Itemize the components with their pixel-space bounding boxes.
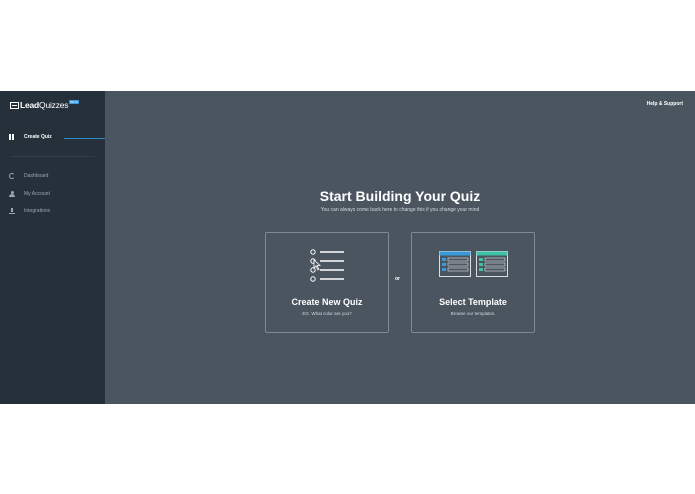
pause-bars-icon: [9, 134, 14, 140]
sidebar-item-create-quiz[interactable]: Create Quiz: [9, 134, 105, 140]
dashboard-icon: [9, 173, 15, 179]
beta-badge: BETA: [69, 100, 79, 104]
sidebar-item-label: My Account: [24, 191, 50, 197]
logo-lead-text: Lead: [20, 100, 40, 110]
page-title-regular: Start Building: [319, 188, 416, 204]
sidebar-item-label: Create Quiz: [24, 134, 52, 140]
sidebar-item-label: Dashboard: [24, 173, 49, 179]
active-indicator: [64, 138, 105, 139]
page-title: Start Building Your Quiz: [105, 188, 695, 204]
sidebar: Lead Quizzes BETA Create Quiz Dashboard …: [0, 91, 105, 404]
or-separator: or: [395, 276, 400, 282]
checklist-icon: [310, 249, 344, 282]
help-support-link[interactable]: Help & Support: [647, 101, 683, 107]
sidebar-item-label: Integrations: [24, 208, 51, 214]
card-description: EG. What color are you?: [302, 311, 352, 316]
user-icon: [9, 191, 15, 197]
page-title-bold: Your Quiz: [415, 188, 481, 204]
card-title: Select Template: [439, 297, 507, 307]
main-content: Help & Support Start Building Your Quiz …: [105, 91, 695, 404]
card-description: Browse our templates.: [450, 311, 496, 316]
sidebar-item-integrations[interactable]: Integrations: [9, 208, 50, 214]
integrations-icon: [9, 208, 15, 214]
create-new-quiz-card[interactable]: Create New Quiz EG. What color are you?: [265, 232, 389, 333]
sidebar-divider: [10, 156, 95, 157]
logo-mark-icon: [10, 101, 19, 109]
app-shell: Lead Quizzes BETA Create Quiz Dashboard …: [0, 91, 695, 404]
sidebar-item-dashboard[interactable]: Dashboard: [9, 173, 48, 179]
logo-quizzes-text: Quizzes: [39, 100, 69, 110]
page-subtitle: You can always come back here to change …: [320, 207, 480, 213]
select-template-card[interactable]: Select Template Browse our templates.: [411, 232, 535, 333]
templates-icon: [439, 251, 508, 277]
sidebar-item-my-account[interactable]: My Account: [9, 191, 50, 197]
card-title: Create New Quiz: [291, 297, 363, 307]
logo[interactable]: Lead Quizzes BETA: [10, 100, 79, 110]
